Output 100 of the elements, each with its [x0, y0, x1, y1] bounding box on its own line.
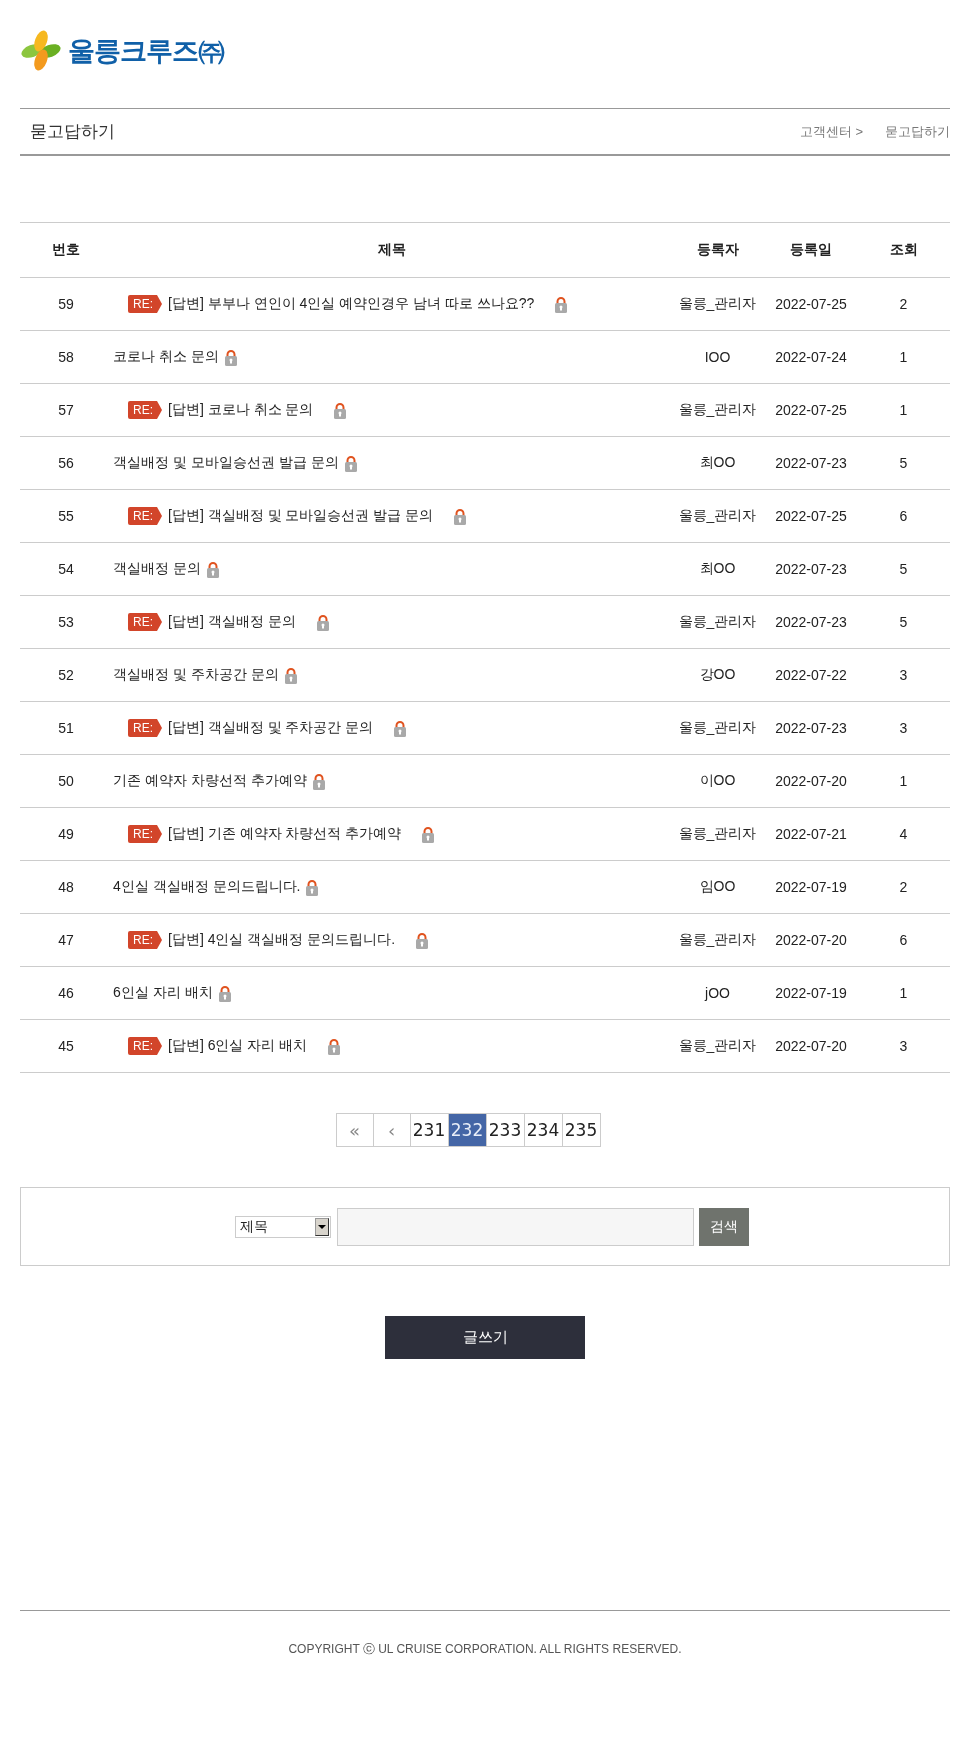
previous-page-button[interactable]: ‹	[373, 1113, 411, 1147]
table-cell-text: 46	[57, 985, 75, 1001]
lock-icon	[554, 295, 569, 313]
lock-icon	[333, 401, 348, 419]
reply-badge: RE:	[128, 1037, 162, 1055]
table-cell-text: 54	[57, 561, 75, 577]
post-title-link[interactable]: [답변] 4인실 객실배정 문의드립니다.	[168, 931, 396, 949]
reply-badge: RE:	[128, 401, 162, 419]
table-cell-text: 울릉_관리자	[677, 507, 758, 525]
post-title-link[interactable]: [답변] 코로나 취소 문의	[168, 401, 314, 419]
table-cell-text: 1	[898, 773, 909, 789]
table-cell-text: 50	[57, 773, 75, 789]
reply-badge: RE:	[128, 719, 162, 737]
table-cell-text: 3	[898, 667, 909, 683]
table-cell-text: 52	[57, 667, 75, 683]
table-cell-text: 2022-07-25	[774, 402, 848, 418]
page-link[interactable]: 235	[562, 1113, 601, 1147]
table-cell-text: 2022-07-25	[774, 508, 848, 524]
post-title-link[interactable]: [답변] 객실배정 문의	[168, 613, 296, 631]
post-title-link[interactable]: [답변] 6인실 자리 배치	[168, 1037, 308, 1055]
table-cell-text: 임OO	[698, 878, 737, 896]
table-cell-text: 6	[898, 932, 909, 948]
page-link[interactable]: 232	[448, 1113, 487, 1147]
post-title-link[interactable]: 객실배정 및 주차공간 문의	[113, 666, 279, 684]
lock-icon	[453, 507, 468, 525]
table-cell-text: 2022-07-24	[774, 349, 848, 365]
post-title-link[interactable]: 4인실 객실배정 문의드립니다.	[113, 878, 301, 896]
table-cell-text: 58	[57, 349, 75, 365]
lock-icon	[393, 719, 408, 737]
reply-badge: RE:	[128, 825, 162, 843]
table-cell-text: 53	[57, 614, 75, 630]
post-title-link[interactable]: 코로나 취소 문의	[113, 348, 219, 366]
table-cell-text: 5	[898, 561, 909, 577]
table-cell-text: 울릉_관리자	[677, 931, 758, 949]
post-title-link[interactable]: [답변] 부부나 연인이 4인실 예약인경우 남녀 따로 쓰나요??	[168, 295, 535, 313]
table-cell-text: 2022-07-19	[774, 879, 848, 895]
table-cell-text: 울릉_관리자	[677, 1037, 758, 1055]
reply-badge: RE:	[128, 507, 162, 525]
post-title-link[interactable]: [답변] 객실배정 및 주차공간 문의	[168, 719, 374, 737]
table-cell-text: 4	[898, 826, 909, 842]
table-cell-text: 3	[898, 720, 909, 736]
table-cell-text: 6	[898, 508, 909, 524]
table-cell-text: 최OO	[698, 560, 737, 578]
table-cell-text: 2022-07-20	[774, 773, 848, 789]
table-cell-text: 2	[898, 879, 909, 895]
table-cell-text: 2022-07-19	[774, 985, 848, 1001]
company-logo-text[interactable]: 울릉크루즈㈜	[68, 33, 224, 69]
column-header: 조회	[888, 241, 919, 259]
table-cell-text: 울릉_관리자	[677, 825, 758, 843]
table-cell-text: 3	[898, 1038, 909, 1054]
table-cell-text: jOO	[703, 985, 731, 1001]
table-cell-text: 57	[57, 402, 75, 418]
table-cell-text: 울릉_관리자	[677, 295, 758, 313]
table-cell-text: 47	[57, 932, 75, 948]
breadcrumb-link[interactable]: 고객센터 >	[799, 122, 863, 141]
table-cell-text: 이OO	[698, 772, 737, 790]
table-cell-text: 5	[898, 614, 909, 630]
table-cell-text: 울릉_관리자	[677, 719, 758, 737]
lock-icon	[421, 825, 436, 843]
lock-icon	[217, 984, 232, 1002]
table-cell-text: 2022-07-21	[774, 826, 848, 842]
table-cell-text: 2022-07-22	[774, 667, 848, 683]
post-title-link[interactable]: 객실배정 및 모바일승선권 발급 문의	[113, 454, 339, 472]
lock-icon	[311, 772, 326, 790]
flower-logo-icon	[20, 30, 62, 72]
search-field[interactable]	[336, 1207, 694, 1246]
page-link[interactable]: 233	[486, 1113, 525, 1147]
table-cell-text: 51	[57, 720, 75, 736]
lock-icon	[315, 613, 330, 631]
page-link[interactable]: 234	[524, 1113, 563, 1147]
table-cell-text: 55	[57, 508, 75, 524]
table-cell-text: 48	[57, 879, 75, 895]
page-title: 묻고답하기	[30, 121, 115, 143]
table-cell-text: 울릉_관리자	[677, 401, 758, 419]
reply-badge: RE:	[128, 931, 162, 949]
table-cell-text: 5	[898, 455, 909, 471]
post-title-link[interactable]: 객실배정 문의	[113, 560, 201, 578]
post-title-link[interactable]: 6인실 자리 배치	[113, 984, 213, 1002]
search-button[interactable]: 검색	[698, 1207, 749, 1246]
lock-icon	[283, 666, 298, 684]
table-cell-text: 2022-07-23	[774, 720, 848, 736]
reply-badge: RE:	[128, 613, 162, 631]
lock-icon	[223, 348, 238, 366]
table-cell-text: 2	[898, 296, 909, 312]
post-title-link[interactable]: [답변] 객실배정 및 모바일승선권 발급 문의	[168, 507, 434, 525]
breadcrumb-link[interactable]: 묻고답하기	[885, 122, 950, 141]
table-cell-text: 59	[57, 296, 75, 312]
lock-icon	[205, 560, 220, 578]
lock-icon	[343, 454, 358, 472]
table-cell-text: IOO	[703, 349, 732, 365]
table-cell-text: 1	[898, 402, 909, 418]
table-cell-text: 49	[57, 826, 75, 842]
post-title-link[interactable]: [답변] 기존 예약자 차량선적 추가예약	[168, 825, 402, 843]
table-cell-text: 1	[898, 349, 909, 365]
search-type-select[interactable]: 제목	[234, 1215, 331, 1238]
first-page-button[interactable]: «	[336, 1113, 374, 1147]
lock-icon	[305, 878, 320, 896]
write-button[interactable]: 글쓰기	[385, 1316, 585, 1359]
post-title-link[interactable]: 기존 예약자 차량선적 추가예약	[113, 772, 307, 790]
page-link[interactable]: 231	[410, 1113, 449, 1147]
